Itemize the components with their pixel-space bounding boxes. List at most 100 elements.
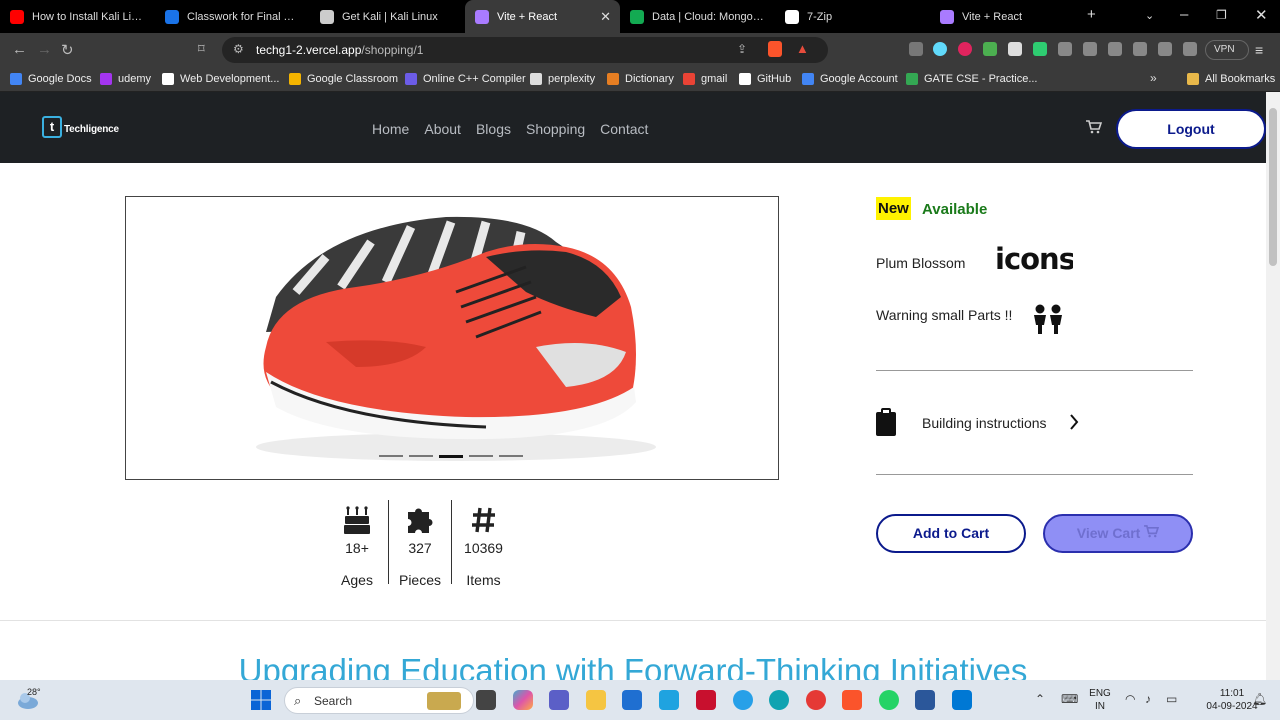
back-icon[interactable]: ←: [12, 41, 27, 58]
bookmark-item[interactable]: GATE CSE - Practice...: [906, 73, 1038, 85]
nav-blogs[interactable]: Blogs: [476, 121, 511, 137]
vscode-icon[interactable]: [952, 690, 972, 710]
carousel-dot[interactable]: [469, 455, 493, 457]
browser-tab[interactable]: Classwork for Final Year C: [155, 0, 310, 33]
browser-tab[interactable]: Data | Cloud: MongoDB C: [620, 0, 775, 33]
teams-icon[interactable]: [549, 690, 569, 710]
bookmark-item[interactable]: Google Account: [802, 73, 898, 85]
notification-bell-icon[interactable]: 🔔︎: [1252, 692, 1267, 706]
tray-chevron-icon[interactable]: ⌃: [1035, 692, 1045, 706]
maximize-icon[interactable]: ❐: [1216, 8, 1227, 22]
sidebar-toggle-icon[interactable]: [1133, 42, 1147, 56]
cart-icon[interactable]: [1086, 120, 1103, 137]
carousel-dot[interactable]: [439, 455, 463, 458]
view-cart-button[interactable]: View Cart: [1043, 514, 1193, 553]
carousel-dot[interactable]: [379, 455, 403, 457]
url-field[interactable]: ⚙ techg1-2.vercel.app/shopping/1 ⇪ ▲: [222, 37, 828, 63]
battery-icon[interactable]: ▭: [1166, 692, 1177, 706]
minimize-icon[interactable]: –: [1180, 6, 1188, 23]
bookmark-item[interactable]: Google Docs: [10, 73, 92, 85]
carousel-dot[interactable]: [499, 455, 523, 457]
vpn-button[interactable]: VPN: [1205, 40, 1249, 60]
store-icon[interactable]: [622, 690, 642, 710]
site-logo[interactable]: t Techligence: [42, 116, 119, 142]
forward-icon[interactable]: →: [37, 41, 52, 58]
chevron-right-icon[interactable]: [1069, 414, 1079, 435]
tab-title: Data | Cloud: MongoDB C: [652, 10, 765, 23]
share-icon[interactable]: ⇪: [737, 42, 747, 56]
page-scrollbar[interactable]: [1266, 92, 1280, 680]
extension-icon[interactable]: [909, 42, 923, 56]
chrome-icon[interactable]: [806, 690, 826, 710]
nav-home[interactable]: Home: [372, 121, 409, 137]
word-icon[interactable]: [915, 690, 935, 710]
bookmark-item[interactable]: gmail: [683, 73, 727, 85]
brave-shield-icon[interactable]: [768, 41, 782, 57]
bookmark-item[interactable]: Dictionary: [607, 73, 674, 85]
hp-icon[interactable]: [659, 690, 679, 710]
product-carousel[interactable]: [125, 196, 779, 480]
sticky-icon[interactable]: [733, 690, 753, 710]
leo-ai-icon[interactable]: [1183, 42, 1197, 56]
new-tab-icon[interactable]: +: [1087, 6, 1096, 23]
wifi-icon[interactable]: ◠: [1125, 692, 1135, 706]
file-explorer-icon[interactable]: [586, 690, 606, 710]
reload-icon[interactable]: ↻: [61, 41, 74, 59]
edge-icon[interactable]: [769, 690, 789, 710]
eyedropper-icon[interactable]: [1008, 42, 1022, 56]
more-bookmarks-icon[interactable]: »: [1150, 71, 1157, 85]
brave-icon[interactable]: [842, 690, 862, 710]
language-code[interactable]: ENG: [1088, 688, 1112, 699]
nav-contact[interactable]: Contact: [600, 121, 648, 137]
logout-button[interactable]: Logout: [1116, 109, 1266, 149]
site-header: t Techligence Home About Blogs Shopping …: [0, 92, 1266, 163]
tree-extension-icon[interactable]: [983, 42, 997, 56]
react-devtools-icon[interactable]: [933, 42, 947, 56]
browser-tab[interactable]: 7-Zip: [775, 0, 930, 33]
browser-tab[interactable]: How to Install Kali Linux in: [0, 0, 155, 33]
bookmark-item[interactable]: Online C++ Compiler: [405, 73, 526, 85]
tab-title: Get Kali | Kali Linux: [342, 10, 438, 23]
wallet-icon[interactable]: [1158, 42, 1172, 56]
lock-extension-icon[interactable]: [1033, 42, 1047, 56]
menu-icon[interactable]: ≡: [1255, 42, 1263, 58]
close-window-icon[interactable]: ✕: [1255, 6, 1268, 24]
building-instructions-link[interactable]: Building instructions: [922, 415, 1047, 431]
language-region[interactable]: IN: [1088, 701, 1112, 712]
bookmark-item[interactable]: GitHub: [739, 73, 791, 85]
volume-icon[interactable]: ♪: [1145, 692, 1151, 706]
tab-title: Classwork for Final Year C: [187, 10, 300, 23]
windows-start-icon[interactable]: [251, 690, 271, 710]
bookmark-item[interactable]: Google Classroom: [289, 73, 398, 85]
whatsapp-icon[interactable]: [879, 690, 899, 710]
bookmark-item[interactable]: Web Development...: [162, 73, 279, 85]
keyboard-icon[interactable]: ⌨: [1061, 692, 1078, 706]
add-to-cart-button[interactable]: Add to Cart: [876, 514, 1026, 553]
view-cart-icon: [1144, 525, 1160, 541]
browser-tab[interactable]: Get Kali | Kali Linux: [310, 0, 465, 33]
site-info-icon[interactable]: ⚙: [233, 42, 244, 56]
close-tab-icon[interactable]: ✕: [600, 9, 611, 25]
divider-top: [876, 370, 1193, 371]
task-view-icon[interactable]: [476, 690, 496, 710]
copilot-icon[interactable]: [513, 690, 533, 710]
tab-search-icon[interactable]: ⌄: [1145, 9, 1154, 22]
taskbar-search[interactable]: ⌕ Search: [284, 687, 474, 714]
bookmark-item[interactable]: perplexity: [530, 73, 595, 85]
bookmark-icon[interactable]: ⌑: [198, 41, 205, 57]
browser-tab[interactable]: Vite + React: [930, 0, 1085, 33]
nav-about[interactable]: About: [424, 121, 461, 137]
music-icon[interactable]: [1083, 42, 1097, 56]
record-icon[interactable]: [958, 42, 972, 56]
bookmark-item[interactable]: udemy: [100, 73, 151, 85]
brave-rewards-icon[interactable]: ▲: [796, 41, 809, 56]
scrollbar-thumb[interactable]: [1269, 108, 1277, 266]
mcafee-icon[interactable]: [696, 690, 716, 710]
browser-tab[interactable]: Vite + React ✕: [465, 0, 620, 33]
puzzle-extension-icon[interactable]: [1058, 42, 1072, 56]
download-icon[interactable]: [1108, 42, 1122, 56]
clock-time[interactable]: 11:01: [1212, 688, 1252, 699]
carousel-dot[interactable]: [409, 455, 433, 457]
nav-shopping[interactable]: Shopping: [526, 121, 585, 137]
all-bookmarks-folder[interactable]: All Bookmarks: [1187, 73, 1275, 85]
